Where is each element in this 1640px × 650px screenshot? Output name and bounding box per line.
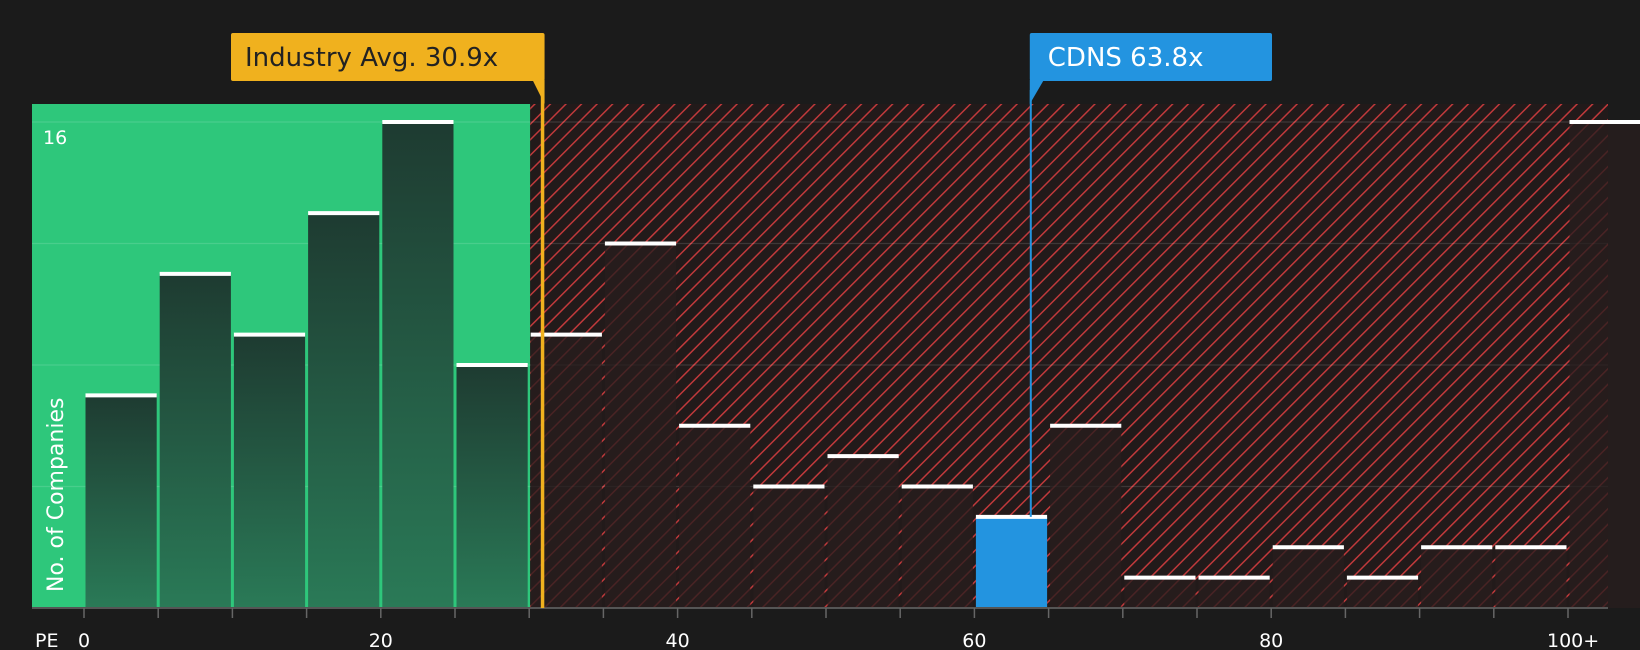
bar-cap-70-75 <box>1124 575 1196 580</box>
bar-cap-65-70 <box>1050 423 1122 428</box>
company-pointer <box>1029 80 1044 104</box>
x-tick-label-0: 0 <box>78 630 90 650</box>
bar-35-40 <box>604 243 677 608</box>
bar-50-55 <box>827 456 899 608</box>
bar-10-15 <box>233 334 306 608</box>
bar-25-30 <box>456 365 528 608</box>
bar-55-60 <box>901 486 973 608</box>
bar-cap-25-30 <box>456 363 528 367</box>
industry-avg-pointer <box>532 80 545 104</box>
bar-cap-15-20 <box>308 211 380 216</box>
x-axis: 0 20 40 60 80 100+ <box>32 607 1608 650</box>
bar-75-80 <box>1198 577 1270 608</box>
bar-cap-50-55 <box>827 454 899 459</box>
bar-40-45 <box>679 425 751 608</box>
bar-cap-85-90 <box>1346 575 1419 580</box>
bar-cap-45-50 <box>753 484 825 489</box>
bar-cap-10-15 <box>233 332 306 337</box>
y-axis-title: No. of Companies <box>44 398 69 592</box>
x-tick-label-80: 80 <box>1259 630 1283 650</box>
bar-0-5 <box>85 395 157 608</box>
pe-distribution-chart: 0 20 40 60 80 100+ Industry Avg. 30.9x CDNS 63… <box>0 0 1640 650</box>
x-tick-label-60: 60 <box>962 630 986 650</box>
bar-cap-40-45 <box>679 423 751 428</box>
bar-65-70 <box>1050 425 1122 608</box>
bar-85-90 <box>1346 577 1419 608</box>
x-tick-label-100: 100+ <box>1547 630 1599 650</box>
bar-cap-100-105 <box>1569 120 1640 124</box>
bar-cap-5-10 <box>159 271 231 276</box>
bar-45-50 <box>753 486 825 608</box>
bar-cap-90-95 <box>1421 545 1493 550</box>
y-tick-label-16: 16 <box>43 127 67 149</box>
bar-70-75 <box>1124 577 1196 608</box>
bar-cap-95-100 <box>1495 545 1567 550</box>
industry-avg-label: Industry Avg. 30.9x <box>245 43 498 73</box>
bar-cap-75-80 <box>1198 575 1270 580</box>
bar-cap-20-25 <box>382 120 454 124</box>
bar-60-65 <box>975 516 1048 608</box>
x-axis-title: PE <box>35 630 58 650</box>
bar-80-85 <box>1272 547 1344 608</box>
bar-95-100 <box>1495 547 1567 608</box>
x-tick-label-40: 40 <box>666 630 690 650</box>
chart-svg: 0 20 40 60 80 100+ Industry Avg. 30.9x CDNS 63… <box>32 33 1640 650</box>
bar-15-20 <box>308 213 380 608</box>
bar-cap-0-5 <box>85 393 157 398</box>
bar-cap-35-40 <box>604 241 677 246</box>
x-tick-label-20: 20 <box>369 630 393 650</box>
company-label: CDNS 63.8x <box>1048 43 1204 73</box>
bar-cap-60-65 <box>975 514 1048 519</box>
bar-90-95 <box>1421 547 1493 608</box>
bar-cap-55-60 <box>901 484 973 489</box>
bar-20-25 <box>382 122 454 608</box>
bar-5-10 <box>159 273 231 608</box>
bar-cap-80-85 <box>1272 545 1344 550</box>
bar-100-105 <box>1569 122 1640 608</box>
